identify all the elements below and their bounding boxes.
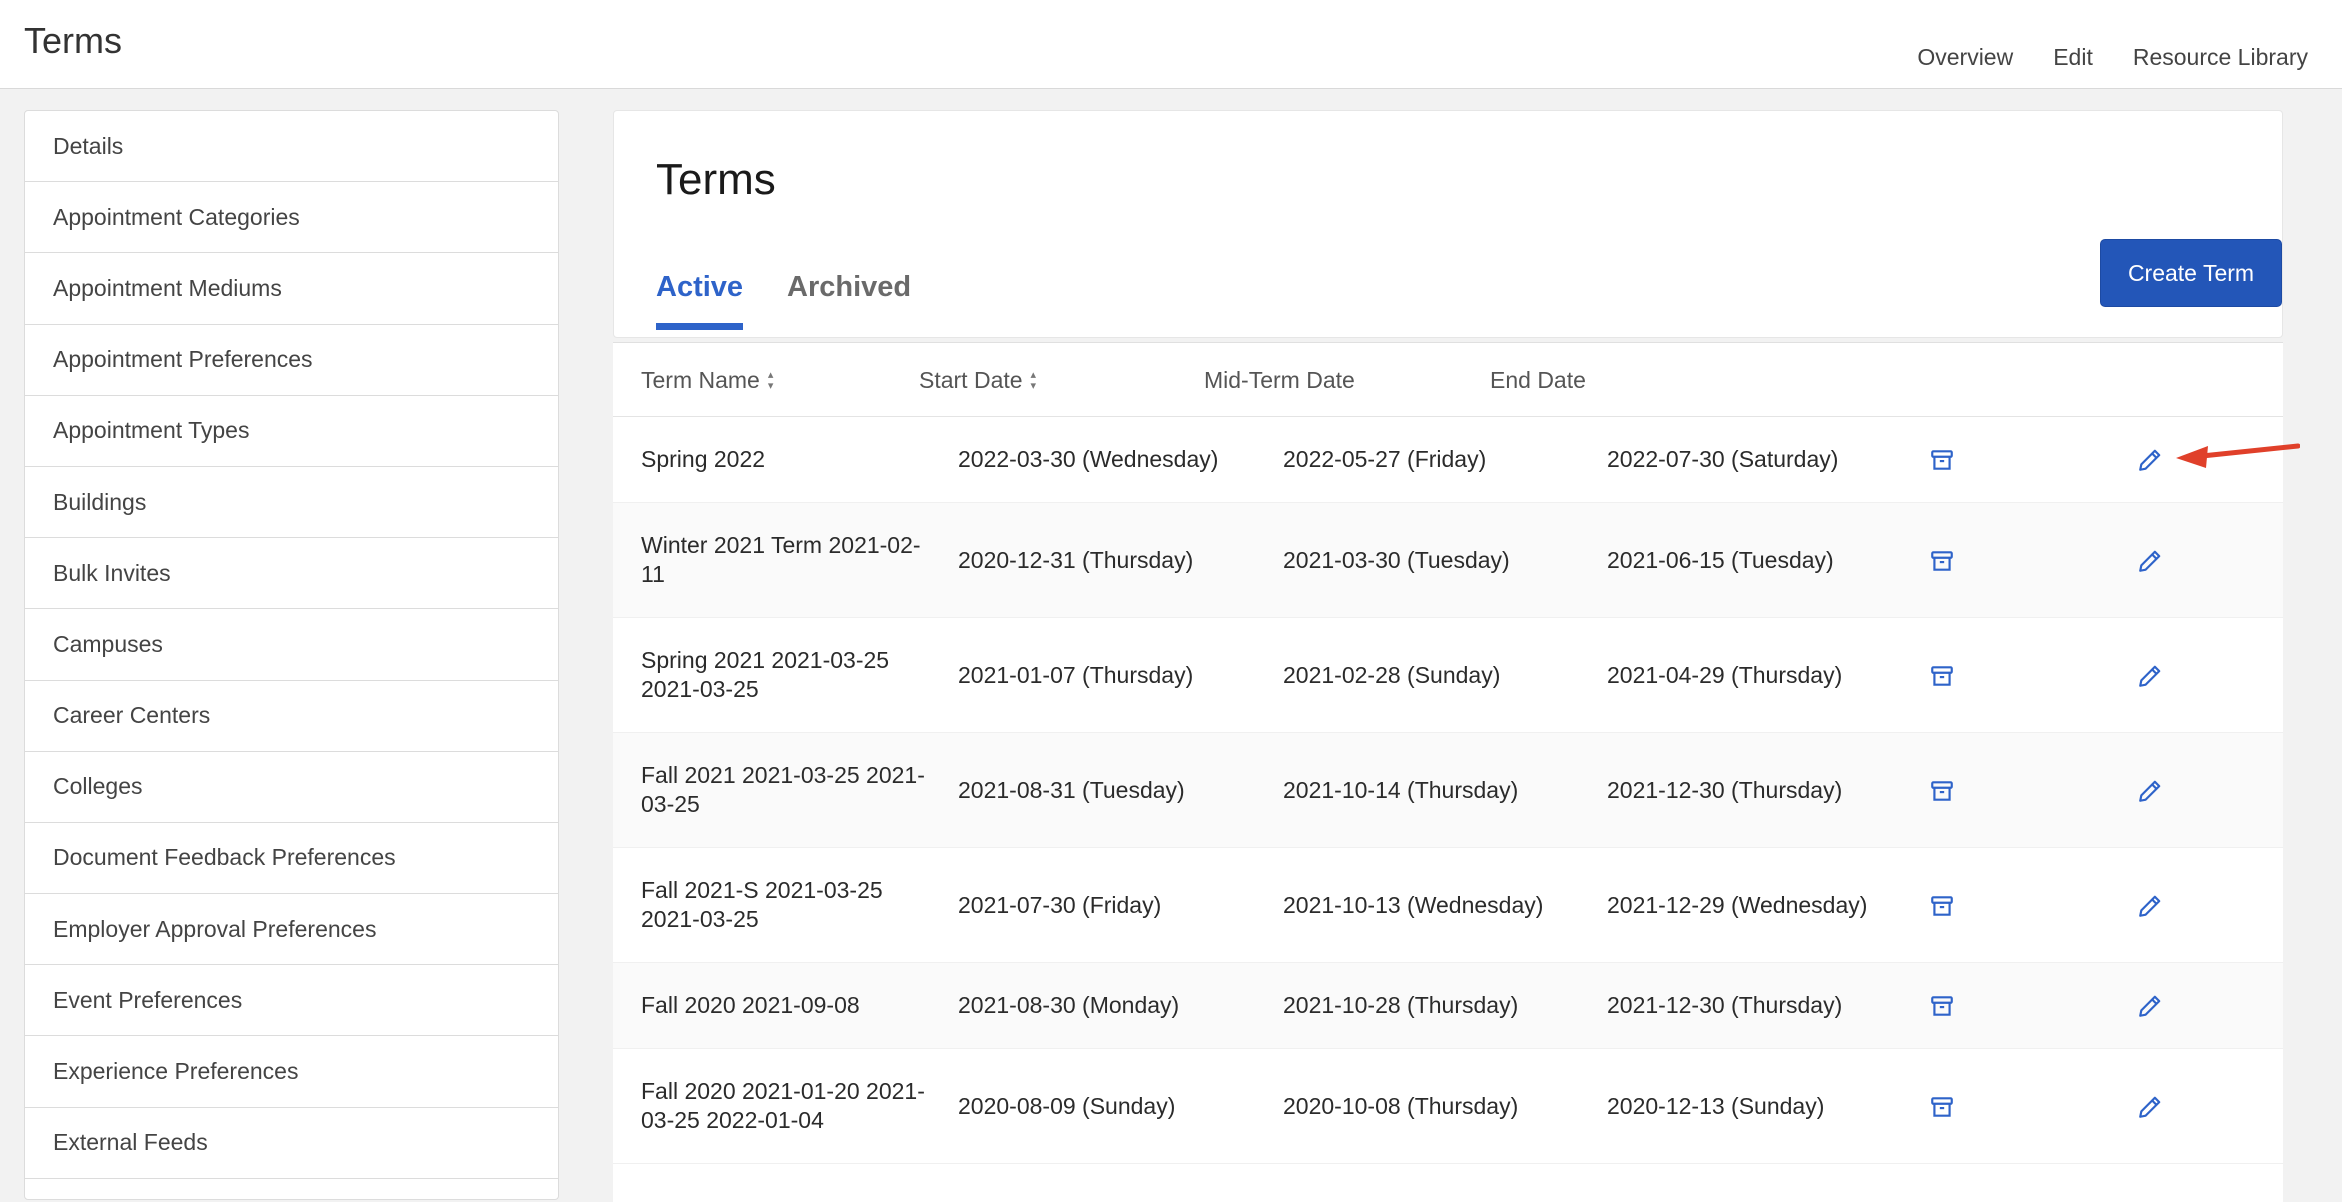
column-header-start-date[interactable]: Start Date ▴ ▾	[919, 367, 1036, 394]
archive-icon[interactable]	[1929, 447, 1955, 473]
term-name-cell: Fall 2021 2021-03-25 2021-03-25	[641, 762, 925, 817]
end-date-cell: 2020-12-13 (Sunday)	[1607, 1093, 1825, 1119]
terms-table: Term Name ▴ ▾ Start Date ▴ ▾ Mid-Term Date…	[613, 342, 2283, 1202]
archive-icon[interactable]	[1929, 1094, 1955, 1120]
nav-edit[interactable]: Edit	[2053, 44, 2093, 71]
edit-pencil-icon[interactable]	[2137, 993, 2163, 1019]
sort-icon: ▴ ▾	[1030, 368, 1037, 392]
edit-pencil-icon[interactable]	[2137, 548, 2163, 574]
mid-term-date-cell: 2022-05-27 (Friday)	[1283, 446, 1487, 472]
start-date-cell: 2021-08-30 (Monday)	[958, 992, 1180, 1018]
sidebar-item-colleges[interactable]: Colleges	[25, 752, 558, 823]
table-row: Spring 2022 2022-03-30 (Wednesday) 2022-05…	[613, 417, 2283, 503]
mid-term-date-cell: 2021-10-14 (Thursday)	[1283, 777, 1519, 803]
sidebar-item-employer-approval-preferences[interactable]: Employer Approval Preferences	[25, 894, 558, 966]
tab-archived[interactable]: Archived	[787, 271, 911, 322]
tab-bar: Active Archived	[656, 271, 911, 330]
sidebar-item-bulk-invites[interactable]: Bulk Invites	[25, 538, 558, 610]
column-label: Start Date	[919, 367, 1023, 393]
start-date-cell: 2022-03-30 (Wednesday)	[958, 446, 1219, 472]
start-date-cell: 2021-08-31 (Tuesday)	[958, 777, 1185, 803]
mid-term-date-cell: 2021-10-13 (Wednesday)	[1283, 892, 1544, 918]
app-title: Terms	[24, 20, 122, 61]
top-header: Terms Overview Edit Resource Library	[0, 0, 2342, 89]
archive-icon[interactable]	[1929, 548, 1955, 574]
column-header-end-date: End Date	[1490, 367, 1586, 394]
table-row: Fall 2021-S 2021-03-25 2021-03-25 2021-07…	[613, 848, 2283, 963]
edit-pencil-icon[interactable]	[2137, 663, 2163, 689]
end-date-cell: 2021-04-29 (Thursday)	[1607, 662, 1843, 688]
table-body: Spring 2022 2022-03-30 (Wednesday) 2022-05…	[613, 417, 2283, 1164]
start-date-cell: 2021-01-07 (Thursday)	[958, 662, 1194, 688]
term-name-cell: Fall 2020 2021-01-20 2021-03-25 2022-01-…	[641, 1078, 925, 1133]
edit-pencil-icon[interactable]	[2137, 447, 2163, 473]
term-name-cell: Spring 2021 2021-03-25 2021-03-25	[641, 647, 890, 702]
sidebar-item-external-feeds[interactable]: External Feeds	[25, 1108, 558, 1179]
sidebar-item-event-preferences[interactable]: Event Preferences	[25, 965, 558, 1037]
sidebar-item-document-feedback-preferences[interactable]: Document Feedback Preferences	[25, 823, 558, 895]
term-name-cell: Winter 2021 Term 2021-02-11	[641, 532, 921, 587]
tab-active[interactable]: Active	[656, 271, 744, 330]
start-date-cell: 2021-07-30 (Friday)	[958, 892, 1162, 918]
archive-icon[interactable]	[1929, 893, 1955, 919]
table-row: Winter 2021 Term 2021-02-11 2020-12-31 (T…	[613, 503, 2283, 618]
sidebar-item-appointment-preferences[interactable]: Appointment Preferences	[25, 325, 558, 396]
sidebar-item-appointment-types[interactable]: Appointment Types	[25, 396, 558, 467]
table-row: Spring 2021 2021-03-25 2021-03-25 2021-01…	[613, 618, 2283, 733]
sidebar-item-campuses[interactable]: Campuses	[25, 609, 558, 681]
sidebar-item-buildings[interactable]: Buildings	[25, 467, 558, 539]
mid-term-date-cell: 2021-02-28 (Sunday)	[1283, 662, 1501, 688]
sidebar-item-career-centers[interactable]: Career Centers	[25, 681, 558, 752]
annotation-arrow	[2176, 443, 2300, 468]
sidebar-item-experience-preferences[interactable]: Experience Preferences	[25, 1036, 558, 1108]
archive-icon[interactable]	[1929, 993, 1955, 1019]
sidebar-item-details[interactable]: Details	[25, 111, 558, 183]
sidebar-item-appointment-mediums[interactable]: Appointment Mediums	[25, 253, 558, 325]
mid-term-date-cell: 2021-03-30 (Tuesday)	[1283, 547, 1510, 573]
column-label: Term Name	[641, 367, 760, 393]
table-row: Fall 2020 2021-01-20 2021-03-25 2022-01-…	[613, 1049, 2283, 1164]
sidebar-item-appointment-categories[interactable]: Appointment Categories	[25, 182, 558, 254]
end-date-cell: 2022-07-30 (Saturday)	[1607, 446, 1839, 472]
term-name-cell: Spring 2022	[641, 446, 766, 472]
table-header: Term Name ▴ ▾ Start Date ▴ ▾ Mid-Term Date…	[613, 343, 2283, 417]
main-header-panel: Terms Active Archived Create Term	[613, 110, 2283, 338]
sidebar: Details Appointment Categories Appointme…	[24, 110, 559, 1200]
page-title: Terms	[656, 155, 776, 204]
nav-overview[interactable]: Overview	[1917, 44, 2013, 71]
column-header-mid-term-date: Mid-Term Date	[1204, 367, 1355, 394]
edit-pencil-icon[interactable]	[2137, 893, 2163, 919]
end-date-cell: 2021-12-30 (Thursday)	[1607, 777, 1843, 803]
edit-pencil-icon[interactable]	[2137, 1094, 2163, 1120]
end-date-cell: 2021-12-30 (Thursday)	[1607, 992, 1843, 1018]
create-term-button[interactable]: Create Term	[2100, 239, 2282, 307]
sort-icon: ▴ ▾	[767, 368, 774, 392]
archive-icon[interactable]	[1929, 663, 1955, 689]
term-name-cell: Fall 2020 2021-09-08	[641, 992, 860, 1018]
edit-pencil-icon[interactable]	[2137, 778, 2163, 804]
archive-icon[interactable]	[1929, 778, 1955, 804]
start-date-cell: 2020-12-31 (Thursday)	[958, 547, 1194, 573]
start-date-cell: 2020-08-09 (Sunday)	[958, 1093, 1176, 1119]
nav-resource-library[interactable]: Resource Library	[2133, 44, 2308, 71]
end-date-cell: 2021-06-15 (Tuesday)	[1607, 547, 1834, 573]
mid-term-date-cell: 2020-10-08 (Thursday)	[1283, 1093, 1519, 1119]
table-row: Fall 2020 2021-09-08 2021-08-30 (Monday) 2…	[613, 963, 2283, 1049]
term-name-cell: Fall 2021-S 2021-03-25 2021-03-25	[641, 877, 883, 932]
column-label: End Date	[1490, 367, 1586, 393]
header-nav: Overview Edit Resource Library	[1917, 44, 2308, 71]
column-header-term-name[interactable]: Term Name ▴ ▾	[641, 367, 773, 394]
mid-term-date-cell: 2021-10-28 (Thursday)	[1283, 992, 1519, 1018]
column-label: Mid-Term Date	[1204, 367, 1355, 393]
table-row: Fall 2021 2021-03-25 2021-03-25 2021-08-3…	[613, 733, 2283, 848]
end-date-cell: 2021-12-29 (Wednesday)	[1607, 892, 1868, 918]
